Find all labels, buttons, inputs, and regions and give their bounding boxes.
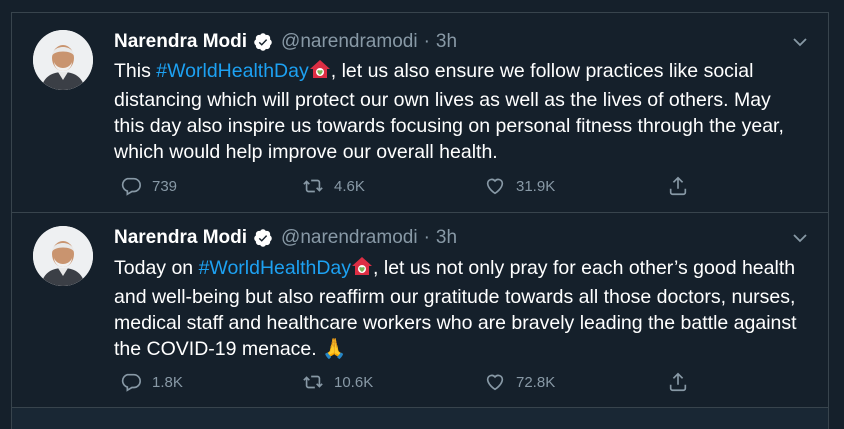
retweet-button[interactable]: 10.6K xyxy=(302,371,373,393)
hashtag-link[interactable]: #WorldHealthDay xyxy=(156,60,308,82)
reply-icon xyxy=(121,177,141,196)
like-icon xyxy=(486,178,504,195)
share-button[interactable] xyxy=(667,371,699,393)
retweet-icon xyxy=(303,375,323,389)
verified-badge-icon xyxy=(253,228,273,248)
tweet-actions: 1.8K 10.6K 72.8K xyxy=(114,371,714,395)
retweet-button[interactable]: 4.6K xyxy=(302,175,365,197)
like-count: 31.9K xyxy=(516,177,556,195)
retweet-icon xyxy=(303,179,323,193)
like-button[interactable]: 31.9K xyxy=(484,175,555,197)
like-icon xyxy=(486,374,504,391)
author-handle[interactable]: @narendramodi xyxy=(281,227,418,249)
tweet[interactable]: Narendra Modi @narendramodi · 3h Today o… xyxy=(11,213,829,408)
share-icon xyxy=(669,176,687,196)
tweet-actions: 739 4.6K 31.9K xyxy=(114,175,714,199)
author-name[interactable]: Narendra Modi xyxy=(114,31,247,53)
share-icon xyxy=(669,372,687,392)
chevron-down-icon[interactable] xyxy=(791,33,809,51)
reply-icon xyxy=(121,373,141,392)
tweet[interactable]: Narendra Modi @narendramodi · 3h This #W… xyxy=(11,13,829,213)
like-button[interactable]: 72.8K xyxy=(484,371,555,393)
tweet-text: Today on #WorldHealthDay, let us not onl… xyxy=(114,255,804,362)
avatar[interactable] xyxy=(33,30,93,90)
retweet-count: 10.6K xyxy=(334,373,374,391)
reply-button[interactable]: 1.8K xyxy=(120,371,183,393)
tweet-text: This #WorldHealthDay, let us also ensure… xyxy=(114,58,804,165)
author-name[interactable]: Narendra Modi xyxy=(114,227,247,249)
hashtag-link[interactable]: #WorldHealthDay xyxy=(199,257,351,279)
reply-count: 1.8K xyxy=(152,373,183,391)
chevron-down-icon[interactable] xyxy=(791,229,809,247)
folded-hands-emoji: 🙏 xyxy=(322,338,347,360)
reply-count: 739 xyxy=(152,177,178,195)
tweet-timestamp[interactable]: 3h xyxy=(436,227,457,249)
tweet-header: Narendra Modi @narendramodi · 3h xyxy=(114,225,457,251)
verified-badge-icon xyxy=(253,32,273,52)
share-button[interactable] xyxy=(667,175,699,197)
tweet-header: Narendra Modi @narendramodi · 3h xyxy=(114,29,457,55)
next-tweet-placeholder xyxy=(11,408,829,429)
reply-button[interactable]: 739 xyxy=(120,175,177,197)
health-house-emoji-icon xyxy=(351,255,373,284)
author-handle[interactable]: @narendramodi xyxy=(281,31,418,53)
health-house-emoji-icon xyxy=(309,58,331,87)
tweet-timestamp[interactable]: 3h xyxy=(436,31,457,53)
tweet-text-start: This xyxy=(114,60,157,82)
dot-separator: · xyxy=(423,227,430,248)
dot-separator: · xyxy=(423,31,430,52)
tweet-text-start: Today on xyxy=(114,257,199,279)
avatar[interactable] xyxy=(33,226,93,286)
retweet-count: 4.6K xyxy=(334,177,365,195)
like-count: 72.8K xyxy=(516,373,556,391)
